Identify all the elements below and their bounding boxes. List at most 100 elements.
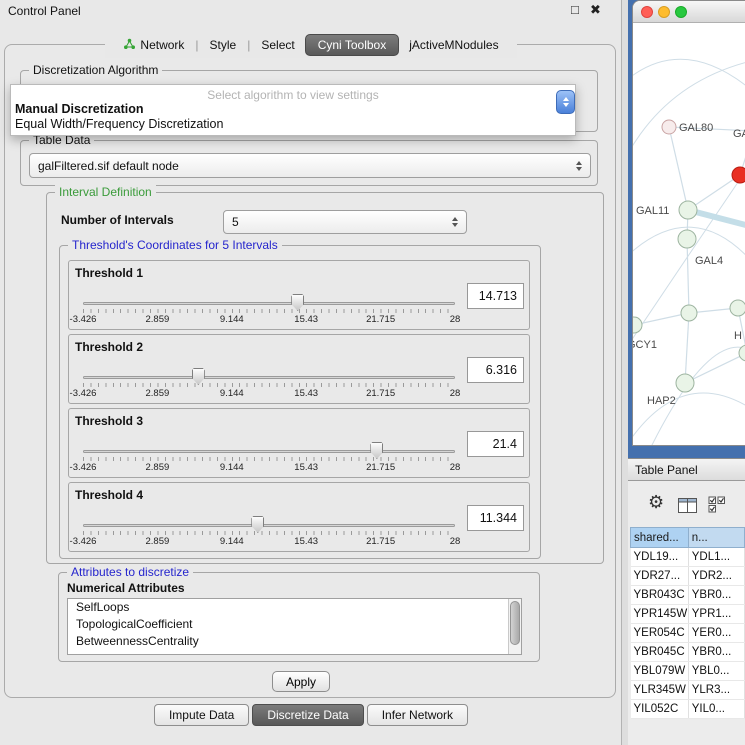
column-header-shared[interactable]: shared... xyxy=(631,528,689,548)
threshold-2-slider[interactable]: -3.4262.8599.14415.4321.71528 xyxy=(83,363,455,401)
table-cell[interactable]: YDR27... xyxy=(631,567,689,586)
tab-discretize-data[interactable]: Discretize Data xyxy=(252,704,363,726)
tab-cyni-toolbox[interactable]: Cyni Toolbox xyxy=(305,34,399,56)
threshold-1-value-field[interactable]: 14.713 xyxy=(467,283,524,309)
apply-button[interactable]: Apply xyxy=(272,671,330,692)
table-data-combo[interactable]: galFiltered.sif default node xyxy=(29,153,591,178)
slider-scale-label: -3.426 xyxy=(70,462,97,473)
control-panel-tabbar: Network | Style | Select Cyni Toolbox jA… xyxy=(0,32,622,58)
attribute-list-item[interactable]: SelfLoops xyxy=(68,599,521,616)
gear-icon[interactable]: ⚙ xyxy=(648,493,664,511)
table-cell[interactable]: YIL052C xyxy=(631,700,689,719)
network-node[interactable] xyxy=(681,305,697,321)
network-node[interactable] xyxy=(633,317,642,333)
table-cell[interactable]: YPR145W xyxy=(631,605,689,624)
table-cell[interactable]: YBR0... xyxy=(688,643,744,662)
minimize-traffic-light-icon[interactable] xyxy=(658,6,670,18)
table-panel: ⚙ shared... n... xyxy=(628,481,745,745)
table-cell[interactable]: YER0... xyxy=(688,624,744,643)
table-cell[interactable]: YBR0... xyxy=(688,586,744,605)
threshold-4-value-field[interactable]: 11.344 xyxy=(467,505,524,531)
table-cell[interactable]: YIL0... xyxy=(688,700,744,719)
threshold-3-box: Threshold 3 -3.4262.8599.14415.4321.7152… xyxy=(68,408,530,478)
network-node[interactable] xyxy=(662,120,676,134)
threshold-1-box: Threshold 1 -3.4262.8599.14415.4321.7152… xyxy=(68,260,530,330)
table-cell[interactable]: YLR3... xyxy=(688,681,744,700)
threshold-2-box: Threshold 2 -3.4262.8599.14415.4321.7152… xyxy=(68,334,530,404)
attribute-list-item[interactable]: BetweennessCentrality xyxy=(68,633,521,650)
table-cell[interactable]: YDL19... xyxy=(631,548,689,567)
table-cell[interactable]: YBR043C xyxy=(631,586,689,605)
column-visibility-icon[interactable] xyxy=(708,496,728,513)
network-edge xyxy=(685,313,689,383)
network-node[interactable] xyxy=(730,300,745,316)
close-panel-icon[interactable]: ✖ xyxy=(590,2,601,18)
table-cell[interactable]: YPR1... xyxy=(688,605,744,624)
table-body: YDL19...YDL1...YDR27...YDR2...YBR043CYBR… xyxy=(631,548,745,719)
table-row[interactable]: YLR345WYLR3... xyxy=(631,681,745,700)
slider-scale-label: 21.715 xyxy=(366,536,395,547)
tab-infer-network[interactable]: Infer Network xyxy=(367,704,468,726)
close-traffic-light-icon[interactable] xyxy=(641,6,653,18)
slider-track xyxy=(83,376,455,379)
thresholds-group: Threshold's Coordinates for 5 Intervals … xyxy=(59,245,541,559)
threshold-3-value-field[interactable]: 21.4 xyxy=(467,431,524,457)
table-cell[interactable]: YBL079W xyxy=(631,662,689,681)
table-row[interactable]: YER054CYER0... xyxy=(631,624,745,643)
slider-scale-label: 9.144 xyxy=(220,388,244,399)
list-scrollbar[interactable] xyxy=(508,599,521,654)
table-row[interactable]: YBR045CYBR0... xyxy=(631,643,745,662)
network-node-label: GAL80 xyxy=(679,122,713,134)
network-edge xyxy=(633,163,745,353)
group-title: Threshold's Coordinates for 5 Intervals xyxy=(68,238,282,252)
tab-impute-data[interactable]: Impute Data xyxy=(154,704,249,726)
threshold-4-slider[interactable]: -3.4262.8599.14415.4321.71528 xyxy=(83,511,455,549)
slider-scale-label: 21.715 xyxy=(366,314,395,325)
number-of-intervals-combo[interactable]: 5 xyxy=(223,210,467,234)
network-canvas[interactable]: GAL80GAGAL11GAL4GCY1HAP2H xyxy=(633,23,745,446)
algorithm-option-manual[interactable]: Manual Discretization xyxy=(15,102,568,116)
numerical-attributes-list[interactable]: SelfLoopsTopologicalCoefficientBetweenne… xyxy=(67,598,522,655)
network-node[interactable] xyxy=(678,230,696,248)
numerical-attributes-label: Numerical Attributes xyxy=(67,581,185,595)
tab-jactivemnodules[interactable]: jActiveMNodules xyxy=(399,35,508,55)
table-row[interactable]: YIL052CYIL0... xyxy=(631,700,745,719)
table-cell[interactable]: YBR045C xyxy=(631,643,689,662)
table-row[interactable]: YDR27...YDR2... xyxy=(631,567,745,586)
network-node-label: GAL4 xyxy=(695,255,723,267)
slider-scale-label: 28 xyxy=(450,388,461,399)
threshold-1-slider[interactable]: -3.4262.8599.14415.4321.71528 xyxy=(83,289,455,327)
table-row[interactable]: YPR145WYPR1... xyxy=(631,605,745,624)
columns-icon[interactable] xyxy=(678,498,697,513)
float-window-icon[interactable]: □ xyxy=(571,2,579,17)
network-node[interactable] xyxy=(676,374,694,392)
table-row[interactable]: YBR043CYBR0... xyxy=(631,586,745,605)
zoom-traffic-light-icon[interactable] xyxy=(675,6,687,18)
network-node[interactable] xyxy=(732,167,745,183)
network-node-label: HAP2 xyxy=(647,395,676,407)
combo-value: galFiltered.sif default node xyxy=(38,159,179,173)
table-row[interactable]: YDL19...YDL1... xyxy=(631,548,745,567)
tab-select[interactable]: Select xyxy=(251,35,304,55)
scrollbar-thumb[interactable] xyxy=(510,601,520,645)
network-icon xyxy=(123,38,136,53)
network-view-window[interactable]: GAL80GAGAL11GAL4GCY1HAP2H xyxy=(632,0,745,446)
table-cell[interactable]: YDL1... xyxy=(688,548,744,567)
tab-style[interactable]: Style xyxy=(200,35,247,55)
table-cell[interactable]: YER054C xyxy=(631,624,689,643)
algorithm-option-equal-width[interactable]: Equal Width/Frequency Discretization xyxy=(15,117,568,131)
network-node[interactable] xyxy=(679,201,697,219)
threshold-3-slider[interactable]: -3.4262.8599.14415.4321.71528 xyxy=(83,437,455,475)
algorithm-combo-stepper-icon[interactable] xyxy=(556,90,575,114)
column-header-name[interactable]: n... xyxy=(688,528,744,548)
threshold-2-value-field[interactable]: 6.316 xyxy=(467,357,524,383)
slider-scale-label: 15.43 xyxy=(294,536,318,547)
attribute-list-item[interactable]: TopologicalCoefficient xyxy=(68,616,521,633)
table-cell[interactable]: YLR345W xyxy=(631,681,689,700)
tab-network[interactable]: Network xyxy=(113,35,194,56)
table-row[interactable]: YBL079WYBL0... xyxy=(631,662,745,681)
table-cell[interactable]: YBL0... xyxy=(688,662,744,681)
slider-scale-label: 2.859 xyxy=(146,462,170,473)
table-cell[interactable]: YDR2... xyxy=(688,567,744,586)
slider-track xyxy=(83,450,455,453)
